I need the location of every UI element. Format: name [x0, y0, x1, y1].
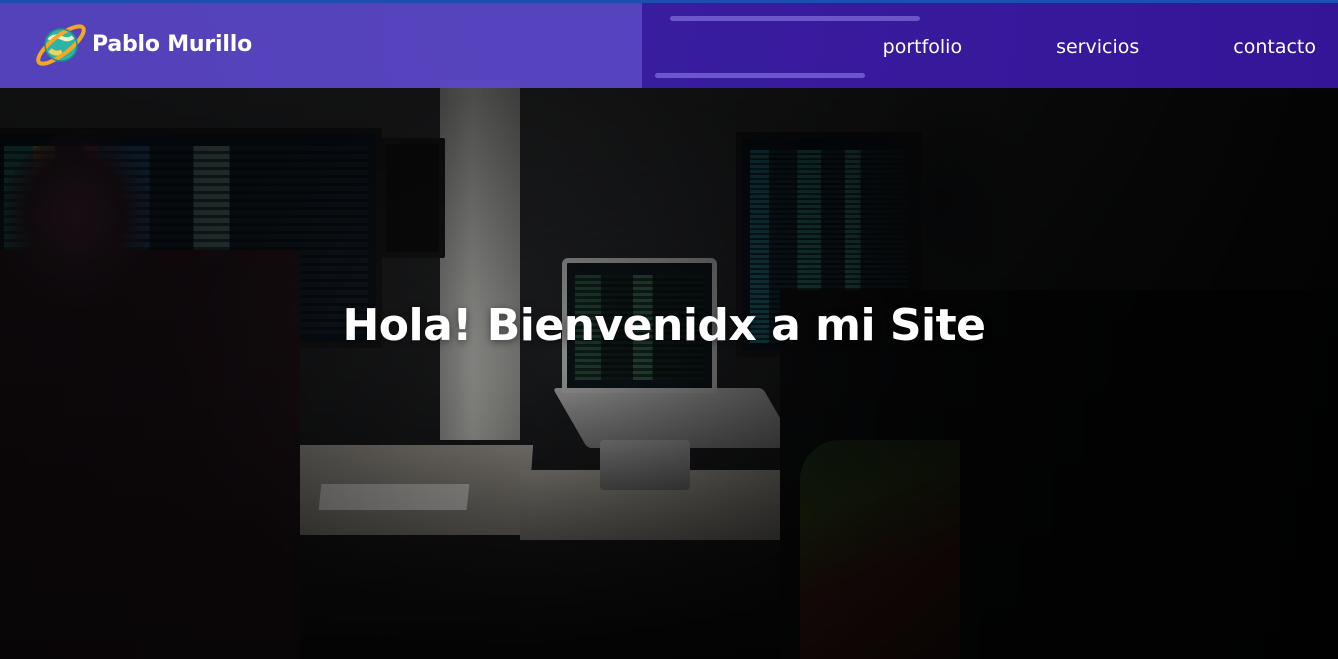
brand-link[interactable]: Pablo Murillo: [35, 16, 252, 72]
nav-link-portfolio[interactable]: portfolio: [883, 36, 962, 58]
nav-link-contacto[interactable]: contacto: [1233, 36, 1316, 58]
nav-menu: portfolio servicios contacto: [789, 3, 1316, 91]
nav-link-servicios[interactable]: servicios: [1056, 36, 1139, 58]
hero-headline-text: Hola! Bienvenidx a mi Site: [342, 300, 986, 351]
navbar: Pablo Murillo portfolio servicios contac…: [0, 0, 1338, 88]
brand-name: Pablo Murillo: [92, 31, 252, 57]
planet-ring-logo-icon: [35, 18, 87, 70]
hero-headline: Hola! Bienvenidx a mi Site: [0, 300, 1338, 351]
